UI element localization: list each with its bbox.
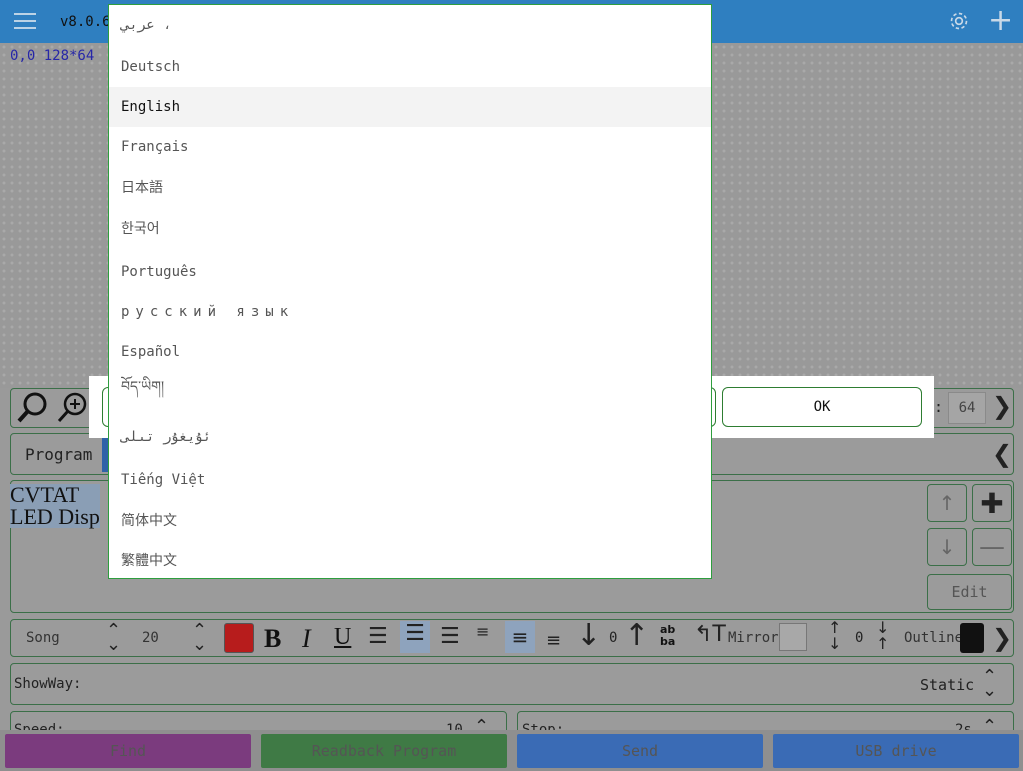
find-button[interactable]: Find: [5, 734, 251, 768]
language-option[interactable]: Tiếng Việt: [109, 460, 711, 500]
height-label: :: [934, 398, 944, 416]
spacing-up-icon[interactable]: ↑ ↓: [828, 620, 841, 652]
align-center-icon[interactable]: ☰: [400, 621, 430, 653]
send-button[interactable]: Send: [517, 734, 763, 768]
zoom-out-icon[interactable]: [16, 390, 50, 424]
valign-bottom-icon[interactable]: ≡: [546, 630, 561, 651]
text-wrap-icon[interactable]: ab ba: [660, 624, 675, 648]
language-dropdown-list[interactable]: عربي ، Deutsch English Français 日本語 한국어 Portug…: [108, 4, 712, 579]
program-label: Program: [25, 445, 93, 464]
ok-button[interactable]: OK: [722, 387, 922, 427]
showway-label: ShowWay:: [14, 676, 82, 692]
language-option[interactable]: русский язык: [109, 292, 711, 332]
language-option[interactable]: 日本語: [109, 167, 711, 207]
format-chevron-right-icon[interactable]: ❯: [992, 624, 1012, 652]
chevron-left-icon[interactable]: ❮: [992, 440, 1012, 468]
size-stepper-icon[interactable]: ⌃ ⌄: [192, 622, 207, 654]
app-version: v8.0.6: [60, 14, 111, 30]
height-input[interactable]: 64: [948, 392, 986, 424]
language-option[interactable]: 한국어: [109, 208, 711, 248]
rotate-text-icon[interactable]: ↰T: [694, 622, 726, 647]
mirror-label: Mirror: [728, 630, 779, 646]
move-down-icon[interactable]: ↓: [576, 618, 601, 653]
language-option[interactable]: 繁體中文: [109, 540, 711, 578]
readback-program-button[interactable]: Readback Program: [261, 734, 507, 768]
language-option[interactable]: Português: [109, 252, 711, 292]
spacing-down-icon[interactable]: ↓ ↑: [876, 620, 889, 652]
language-option[interactable]: English: [109, 87, 711, 127]
text-color-swatch[interactable]: [224, 623, 254, 653]
edit-button[interactable]: Edit: [927, 574, 1012, 610]
font-size-select[interactable]: 20: [142, 630, 159, 646]
move-down-button[interactable]: ↓: [927, 528, 967, 566]
text-preview[interactable]: CVTAT LED Disp: [10, 484, 100, 528]
showway-row[interactable]: [10, 663, 1014, 705]
spacing-value: 0: [855, 630, 864, 646]
font-stepper-icon[interactable]: ⌃ ⌄: [106, 622, 121, 654]
language-option[interactable]: Deutsch: [109, 47, 711, 87]
align-right-icon[interactable]: ☰: [440, 624, 460, 649]
remove-text-button[interactable]: —: [972, 528, 1012, 566]
outline-label: Outline: [904, 630, 964, 646]
chevron-right-icon[interactable]: ❯: [992, 392, 1012, 420]
language-option[interactable]: 简体中文: [109, 500, 711, 540]
valign-top-icon[interactable]: ≡: [476, 622, 489, 641]
bold-icon[interactable]: B: [264, 624, 281, 654]
showway-value: Static: [920, 676, 975, 694]
language-option[interactable]: Français: [109, 127, 711, 167]
canvas-coordinates: 0,0 128*64: [10, 48, 95, 64]
language-option[interactable]: Español: [109, 332, 711, 372]
move-up-icon[interactable]: ↑: [624, 618, 649, 653]
outline-color-swatch[interactable]: [960, 623, 984, 653]
usb-drive-button[interactable]: USB drive: [773, 734, 1019, 768]
showway-stepper-icon[interactable]: ⌃ ⌄: [982, 668, 997, 700]
language-option[interactable]: عربي ،: [109, 5, 711, 45]
language-option[interactable]: ئۇيغۇر تىلى: [109, 417, 711, 457]
menu-icon[interactable]: [14, 12, 36, 30]
zoom-in-icon[interactable]: [56, 390, 90, 424]
underline-icon[interactable]: U: [334, 624, 351, 651]
language-option[interactable]: བོད་ཡིག།: [109, 370, 711, 410]
preview-line-1: CVTAT: [10, 484, 100, 506]
align-left-icon[interactable]: ☰: [368, 624, 388, 649]
add-icon[interactable]: +: [988, 6, 1013, 36]
gear-icon[interactable]: [949, 11, 969, 31]
font-select[interactable]: Song: [26, 630, 60, 646]
move-value: 0: [609, 630, 618, 646]
add-text-button[interactable]: ✚: [972, 484, 1012, 522]
italic-icon[interactable]: I: [302, 624, 311, 654]
valign-middle-icon[interactable]: ≡: [505, 621, 535, 653]
move-up-button[interactable]: ↑: [927, 484, 967, 522]
preview-line-2: LED Disp: [10, 504, 100, 529]
mirror-checkbox[interactable]: [779, 623, 807, 651]
